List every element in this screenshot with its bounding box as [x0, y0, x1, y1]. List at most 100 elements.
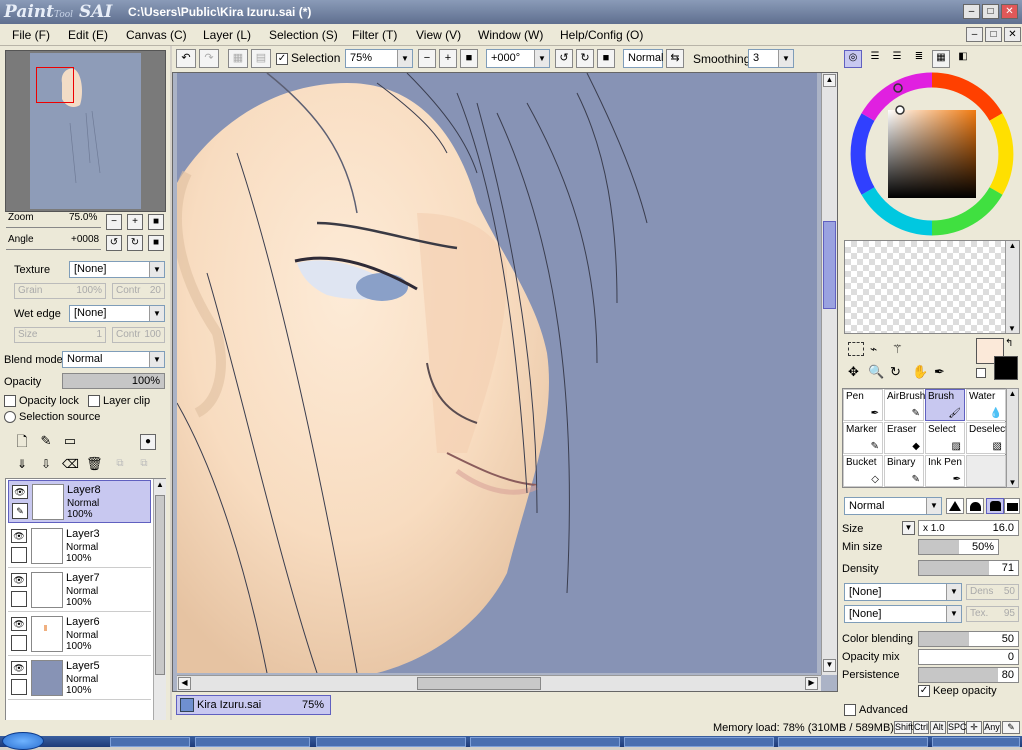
- selection-toggle[interactable]: ✓ Selection: [276, 51, 340, 65]
- angle-slider[interactable]: [6, 245, 101, 250]
- color-mixer-tab-icon[interactable]: ≣: [910, 50, 928, 68]
- tool-ink-pen[interactable]: Ink Pen ✒: [925, 455, 965, 487]
- tool-water[interactable]: Water 💧: [966, 389, 1006, 421]
- brush-shape-soft-icon[interactable]: [986, 498, 1004, 514]
- min-size-bar[interactable]: 50%: [918, 539, 999, 555]
- scroll-down-icon[interactable]: ▼: [1007, 478, 1018, 487]
- opacity-mix-bar[interactable]: 0: [918, 649, 1019, 665]
- new-layer-icon[interactable]: 🗋: [14, 434, 30, 450]
- transfer-down-icon[interactable]: ⇓: [14, 457, 30, 473]
- taskbar-item[interactable]: [778, 737, 928, 747]
- blend-mode-select[interactable]: Normal ▼: [62, 351, 165, 368]
- spc-key-indicator[interactable]: SPC: [947, 721, 967, 734]
- tool-brush[interactable]: Brush 🖌: [925, 389, 965, 421]
- sv-marker[interactable]: [895, 105, 905, 115]
- navigator-viewport-rect[interactable]: [36, 67, 74, 103]
- rotate-right-button[interactable]: ↻: [576, 49, 594, 68]
- tool-bucket[interactable]: Bucket ◇: [843, 455, 883, 487]
- layer-lock-box[interactable]: [11, 547, 27, 563]
- nav-zoom-reset-button[interactable]: ■: [148, 214, 164, 230]
- tex-field[interactable]: Tex. 95: [966, 606, 1019, 622]
- layer-row[interactable]: 👁 Layer3 Normal 100%: [8, 525, 151, 568]
- swatches-tab-icon[interactable]: ▦: [932, 50, 950, 68]
- size-dropdown-button[interactable]: ▼: [902, 521, 915, 535]
- transparent-color-icon[interactable]: [976, 368, 986, 378]
- swatch-scrollbar[interactable]: ▲ ▼: [1005, 241, 1019, 333]
- tool-eraser[interactable]: Eraser ◆: [884, 422, 924, 454]
- flip-button[interactable]: ⇆: [666, 49, 684, 68]
- nav-zoom-in-button[interactable]: +: [127, 214, 143, 230]
- tool-airbrush[interactable]: AirBrush ✎: [884, 389, 925, 421]
- wet-edge-select[interactable]: [None] ▼: [69, 305, 165, 322]
- invert-selection-button[interactable]: ▤: [251, 49, 271, 68]
- stylus-icon[interactable]: ✎: [1002, 721, 1020, 734]
- color-wheel-tab-icon[interactable]: ◎: [844, 50, 862, 68]
- taskbar-item[interactable]: [316, 737, 466, 747]
- selection-source-toggle[interactable]: Selection source: [4, 411, 100, 424]
- drawing-canvas[interactable]: [177, 73, 817, 673]
- magic-wand-icon[interactable]: ⚚: [892, 342, 903, 356]
- tool-deselect[interactable]: Deselect ▧: [966, 422, 1008, 454]
- shift-key-indicator[interactable]: Shift: [894, 721, 913, 734]
- layer-lock-box[interactable]: [11, 679, 27, 695]
- tool-pen[interactable]: Pen ✒: [843, 389, 883, 421]
- scroll-right-icon[interactable]: ▶: [805, 677, 818, 690]
- nav-zoom-out-button[interactable]: −: [106, 214, 122, 230]
- crosshair-icon[interactable]: ✛: [966, 721, 982, 734]
- tool-binary[interactable]: Binary ✎: [884, 455, 924, 487]
- paste-layer-icon[interactable]: ⧉: [136, 457, 152, 473]
- canvas-horizontal-scrollbar[interactable]: ◀ ▶: [177, 675, 821, 691]
- secondary-color-swatch[interactable]: [994, 356, 1018, 380]
- tool-grid-scrollbar[interactable]: ▲ ▼: [1006, 388, 1019, 488]
- canvas-vertical-scrollbar[interactable]: ▲ ▼: [821, 73, 837, 675]
- mdi-close-button[interactable]: ✕: [1004, 27, 1021, 42]
- menu-view[interactable]: View (V): [416, 28, 461, 42]
- opacity-lock-toggle[interactable]: Opacity lock: [4, 395, 79, 408]
- texture-select[interactable]: [None] ▼: [69, 261, 165, 278]
- taskbar-item[interactable]: [624, 737, 774, 747]
- scroll-left-icon[interactable]: ◀: [178, 677, 191, 690]
- alt-key-indicator[interactable]: Alt: [930, 721, 946, 734]
- start-button[interactable]: [2, 732, 44, 750]
- zoom-select[interactable]: 75% ▼: [345, 49, 413, 68]
- undo-button[interactable]: ↶: [176, 49, 196, 68]
- advanced-checkbox[interactable]: [844, 704, 856, 717]
- density-bar[interactable]: 71: [918, 560, 1019, 576]
- brush-shape-flat-icon[interactable]: [1004, 498, 1020, 514]
- zoom-slider[interactable]: [6, 223, 101, 228]
- close-button[interactable]: ✕: [1001, 4, 1018, 19]
- brush-shape-hard-icon[interactable]: [946, 498, 964, 514]
- rect-select-icon[interactable]: [848, 342, 864, 356]
- scroll-up-icon[interactable]: ▲: [1007, 389, 1018, 398]
- lasso-icon[interactable]: ⌁: [870, 342, 877, 356]
- scroll-up-icon[interactable]: ▲: [823, 74, 836, 87]
- zoom-reset-button[interactable]: ■: [460, 49, 478, 68]
- layer-opacity-bar[interactable]: 100%: [62, 373, 165, 389]
- size-field[interactable]: Size 1: [14, 327, 106, 343]
- navigator[interactable]: [5, 50, 166, 212]
- taskbar-item[interactable]: [470, 737, 620, 747]
- brush-texture-select[interactable]: [None] ▼: [844, 605, 962, 623]
- taskbar-item[interactable]: [110, 737, 190, 747]
- brush-size-bar[interactable]: x 1.0 16.0: [918, 520, 1019, 536]
- keep-opacity-toggle[interactable]: ✓ Keep opacity: [918, 685, 997, 698]
- layer-list-scrollbar[interactable]: ▲ ▼: [153, 479, 166, 739]
- menu-canvas[interactable]: Canvas (C): [126, 28, 187, 42]
- menu-selection[interactable]: Selection (S): [269, 28, 338, 42]
- layer-clip-toggle[interactable]: Layer clip: [88, 395, 150, 408]
- maximize-button[interactable]: □: [982, 4, 999, 19]
- brush-mode-select[interactable]: Normal ▼: [844, 497, 942, 515]
- any-key-indicator[interactable]: Any: [983, 721, 1001, 734]
- selection-checkbox[interactable]: ✓: [276, 52, 288, 65]
- menu-help-config[interactable]: Help/Config (O): [560, 28, 643, 42]
- deselect-button[interactable]: ▦: [228, 49, 248, 68]
- dens-field[interactable]: Dens 50: [966, 584, 1019, 600]
- layer-row[interactable]: 👁 ✎ Layer8 Normal 100%: [8, 480, 151, 523]
- layer-scroll-thumb[interactable]: [155, 495, 165, 675]
- contr2-field[interactable]: Contr 100: [112, 327, 165, 343]
- hand-icon[interactable]: ✋: [912, 364, 928, 380]
- layer-row[interactable]: 👁 Layer6 Normal 100%: [8, 613, 151, 656]
- minimize-button[interactable]: –: [963, 4, 980, 19]
- layer-mask-icon[interactable]: ●: [140, 434, 156, 450]
- brush-shape-select[interactable]: [None] ▼: [844, 583, 962, 601]
